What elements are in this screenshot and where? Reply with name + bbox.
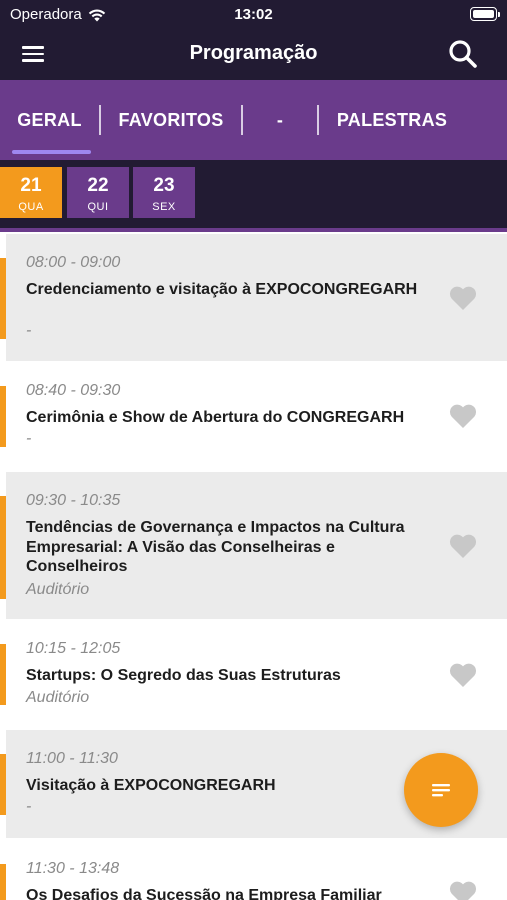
battery-icon — [470, 7, 500, 21]
day-number: 21 — [20, 175, 42, 196]
favorite-button[interactable] — [449, 285, 477, 311]
favorite-button[interactable] — [449, 662, 477, 688]
session-time: 09:30 - 10:35 — [26, 492, 121, 509]
filter-list-icon — [432, 784, 450, 797]
session-time: 11:30 - 13:48 — [26, 860, 120, 877]
day-weekday: QUI — [87, 201, 109, 213]
category-tabs: GERAL FAVORITOS - PALESTRAS — [0, 80, 507, 160]
heart-icon — [450, 881, 476, 900]
session-time: 11:00 - 11:30 — [26, 750, 118, 767]
tab-dash[interactable]: - — [243, 80, 317, 160]
session-title: Tendências de Governança e Impactos na C… — [26, 519, 405, 575]
tab-label: FAVORITOS — [118, 109, 224, 130]
day-21[interactable]: 21 QUA — [0, 167, 62, 218]
heart-icon — [449, 286, 477, 310]
filter-fab-button[interactable] — [404, 753, 478, 827]
page-title: Programação — [189, 42, 318, 64]
session-item[interactable]: 08:40 - 09:30 Cerimônia e Show de Abertu… — [0, 362, 507, 470]
heart-icon — [449, 663, 477, 687]
session-location: - — [26, 430, 32, 447]
session-location: Auditório — [26, 689, 90, 706]
day-22[interactable]: 22 QUI — [67, 167, 129, 218]
session-title: Credenciamento e visitação à EXPOCONGREG… — [26, 281, 418, 298]
tab-label: - — [276, 109, 284, 130]
nav-bar: Programação — [0, 30, 507, 80]
session-accent-bar — [0, 864, 6, 900]
session-location: - — [26, 798, 32, 815]
session-accent-bar — [0, 754, 6, 815]
session-accent-bar — [0, 644, 6, 705]
session-item[interactable]: 11:30 - 13:48 Os Desafios da Sucessão na… — [0, 840, 507, 900]
day-number: 23 — [153, 175, 175, 196]
session-accent-bar — [0, 496, 6, 599]
tab-label: PALESTRAS — [336, 109, 448, 130]
session-time: 08:00 - 09:00 — [26, 254, 121, 271]
tab-palestras[interactable]: PALESTRAS — [319, 80, 465, 160]
tab-favoritos[interactable]: FAVORITOS — [101, 80, 241, 160]
status-time: 13:02 — [234, 6, 273, 23]
search-button[interactable] — [445, 36, 481, 72]
day-weekday: SEX — [152, 201, 176, 213]
favorite-button[interactable] — [449, 880, 477, 900]
heart-icon — [449, 534, 477, 558]
day-weekday: QUA — [18, 201, 44, 213]
session-title: Os Desafios da Sucessão na Empresa Famil… — [26, 887, 382, 900]
session-accent-bar — [0, 258, 6, 339]
session-accent-bar — [0, 386, 6, 447]
search-icon — [449, 40, 477, 68]
tab-label: GERAL — [17, 109, 82, 130]
status-bar: Operadora 13:02 — [0, 0, 507, 30]
day-number: 22 — [87, 175, 109, 196]
heart-icon — [449, 404, 477, 428]
session-title: Startups: O Segredo das Suas Estruturas — [26, 667, 341, 684]
tab-geral[interactable]: GERAL — [0, 80, 99, 160]
session-title: Visitação à EXPOCONGREGARH — [26, 777, 276, 794]
session-location: Auditório — [26, 581, 90, 598]
session-time: 08:40 - 09:30 — [26, 382, 121, 399]
session-time: 10:15 - 12:05 — [26, 640, 121, 657]
favorite-button[interactable] — [449, 403, 477, 429]
day-selector: 21 QUA 22 QUI 23 SEX — [0, 160, 507, 232]
session-item[interactable]: 10:15 - 12:05 Startups: O Segredo das Su… — [0, 620, 507, 728]
favorite-button[interactable] — [449, 533, 477, 559]
day-23[interactable]: 23 SEX — [133, 167, 195, 218]
session-title: Cerimônia e Show de Abertura do CONGREGA… — [26, 409, 405, 426]
session-item[interactable]: 08:00 - 09:00 Credenciamento e visitação… — [0, 234, 507, 361]
session-item[interactable]: 09:30 - 10:35 Tendências de Governança e… — [0, 472, 507, 619]
session-location: - — [26, 322, 32, 339]
